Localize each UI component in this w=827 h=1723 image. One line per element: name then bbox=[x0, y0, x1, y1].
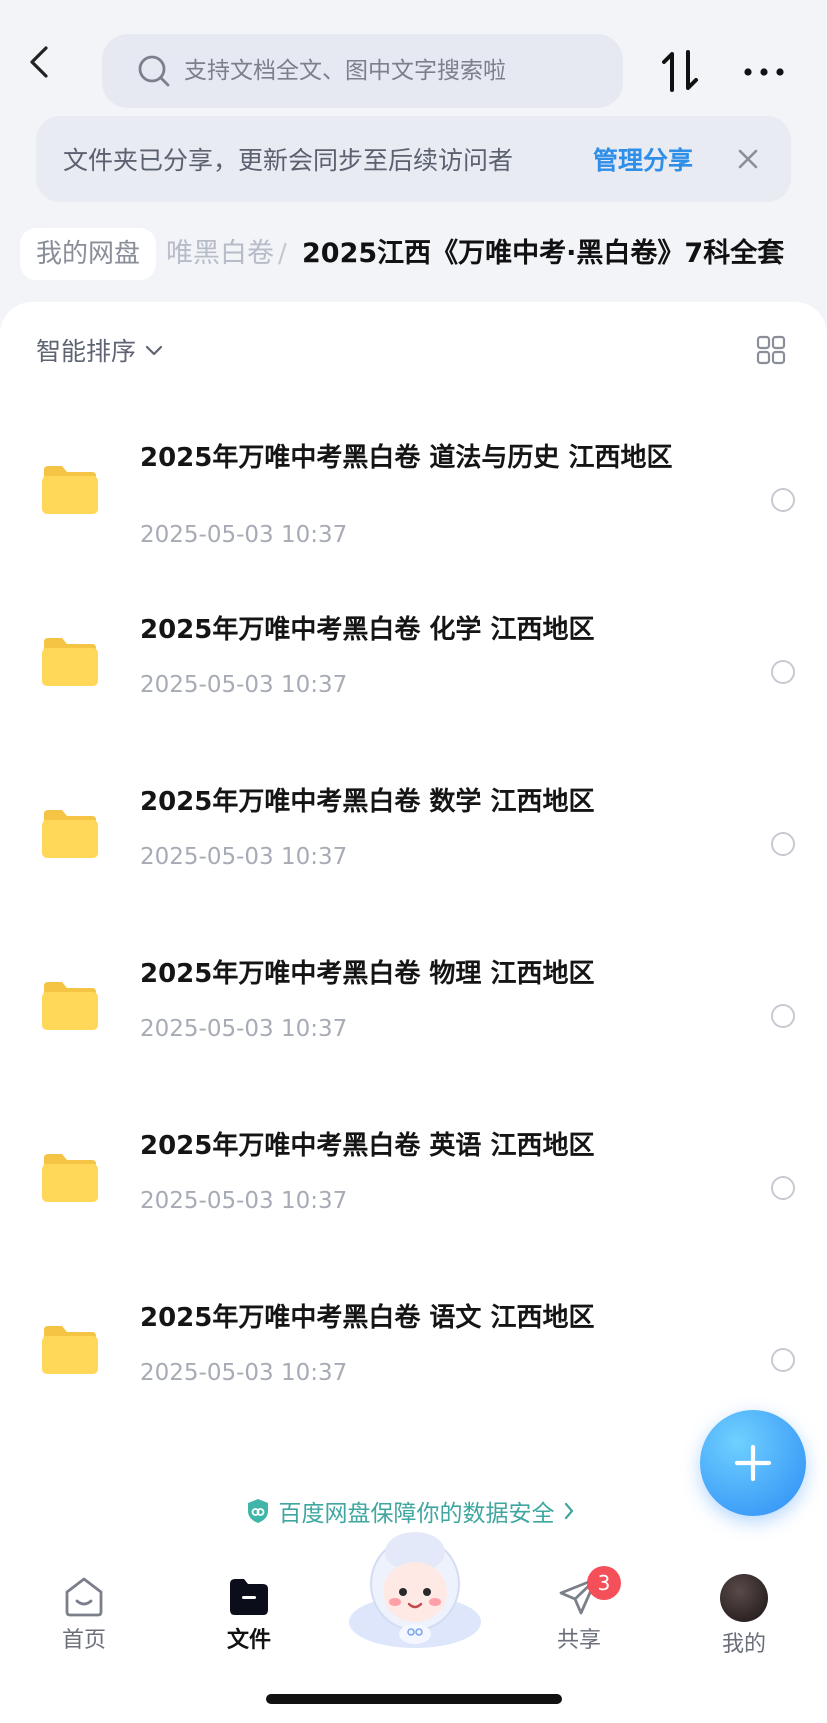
folder-icon bbox=[42, 638, 98, 686]
select-checkbox[interactable] bbox=[771, 1348, 795, 1372]
shield-icon bbox=[247, 1499, 268, 1523]
file-name: 2025年万唯中考黑白卷 化学 江西地区 bbox=[140, 615, 595, 645]
search-icon bbox=[138, 55, 170, 87]
file-date: 2025-05-03 10:37 bbox=[140, 1360, 348, 1386]
select-checkbox[interactable] bbox=[771, 832, 795, 856]
close-icon[interactable] bbox=[733, 144, 763, 174]
tab-label: 首页 bbox=[61, 1628, 106, 1653]
breadcrumb-root[interactable]: 我的网盘 bbox=[20, 228, 157, 280]
file-date: 2025-05-03 10:37 bbox=[140, 522, 348, 548]
select-checkbox[interactable] bbox=[771, 488, 795, 512]
file-date: 2025-05-03 10:37 bbox=[140, 672, 348, 698]
share-banner: 文件夹已分享，更新会同步至后续访问者 管理分享 bbox=[36, 116, 791, 202]
search-input[interactable] bbox=[184, 58, 584, 84]
home-icon bbox=[65, 1577, 103, 1617]
notification-badge: 3 bbox=[587, 1566, 621, 1600]
list-item[interactable]: 2025年万唯中考黑白卷 语文 江西地区 2025-05-03 10:37 bbox=[0, 1282, 827, 1454]
manage-share-link[interactable]: 管理分享 bbox=[593, 141, 693, 177]
file-name: 2025年万唯中考黑白卷 物理 江西地区 bbox=[140, 959, 595, 989]
breadcrumb-separator: / bbox=[278, 239, 287, 269]
breadcrumb-parent[interactable]: 唯黑白卷 bbox=[166, 228, 274, 280]
select-checkbox[interactable] bbox=[771, 1176, 795, 1200]
tab-label: 文件 bbox=[226, 1628, 271, 1653]
tab-home[interactable]: 首页 bbox=[34, 1574, 134, 1654]
file-date: 2025-05-03 10:37 bbox=[140, 1188, 348, 1214]
share-banner-text: 文件夹已分享，更新会同步至后续访问者 bbox=[63, 146, 514, 175]
folder-tab-icon bbox=[230, 1579, 268, 1615]
folder-icon bbox=[42, 1326, 98, 1374]
folder-icon bbox=[42, 982, 98, 1030]
list-item[interactable]: 2025年万唯中考黑白卷 英语 江西地区 2025-05-03 10:37 bbox=[0, 1110, 827, 1282]
select-checkbox[interactable] bbox=[771, 660, 795, 684]
tab-mine[interactable]: 我的 bbox=[694, 1574, 794, 1658]
folder-icon bbox=[42, 810, 98, 858]
search-bar[interactable] bbox=[102, 34, 623, 108]
sort-arrows-icon[interactable] bbox=[658, 46, 702, 96]
back-icon[interactable] bbox=[20, 42, 60, 82]
file-list: 2025年万唯中考黑白卷 道法与历史 江西地区 2025-05-03 10:37… bbox=[0, 422, 827, 1454]
chevron-right-icon bbox=[564, 1502, 573, 1520]
breadcrumb-current: 2025江西《万唯中考·黑白卷》7科全套 bbox=[302, 238, 785, 269]
file-name: 2025年万唯中考黑白卷 数学 江西地区 bbox=[140, 787, 595, 817]
select-checkbox[interactable] bbox=[771, 1004, 795, 1028]
tab-label: 我的 bbox=[721, 1632, 766, 1657]
tab-label: 共享 bbox=[556, 1628, 601, 1653]
breadcrumb: 唯黑白卷 / 2025江西《万唯中考·黑白卷》7科全套 我的网盘 bbox=[0, 226, 827, 282]
file-name: 2025年万唯中考黑白卷 道法与历史 江西地区 bbox=[140, 443, 673, 473]
folder-icon bbox=[42, 466, 98, 514]
tab-files[interactable]: 文件 bbox=[199, 1574, 299, 1654]
folder-icon bbox=[42, 1154, 98, 1202]
plus-icon bbox=[734, 1444, 772, 1482]
avatar bbox=[720, 1574, 768, 1622]
file-date: 2025-05-03 10:37 bbox=[140, 844, 348, 870]
list-item[interactable]: 2025年万唯中考黑白卷 化学 江西地区 2025-05-03 10:37 bbox=[0, 594, 827, 766]
tab-share[interactable]: 3 共享 bbox=[529, 1566, 629, 1654]
chevron-down-icon bbox=[145, 345, 163, 356]
grid-view-icon[interactable] bbox=[755, 334, 787, 366]
mascot-assistant-icon[interactable] bbox=[343, 1522, 487, 1652]
sort-label: 智能排序 bbox=[36, 337, 137, 366]
file-panel: 智能排序 2025年万唯中考黑白卷 道法与历史 江西地区 2025-05-03 … bbox=[0, 302, 827, 1562]
list-item[interactable]: 2025年万唯中考黑白卷 数学 江西地区 2025-05-03 10:37 bbox=[0, 766, 827, 938]
list-item[interactable]: 2025年万唯中考黑白卷 物理 江西地区 2025-05-03 10:37 bbox=[0, 938, 827, 1110]
home-indicator bbox=[266, 1694, 562, 1704]
more-icon[interactable] bbox=[740, 56, 788, 88]
sort-dropdown[interactable]: 智能排序 bbox=[36, 332, 164, 368]
file-date: 2025-05-03 10:37 bbox=[140, 1016, 348, 1042]
top-bar bbox=[0, 0, 827, 110]
list-item[interactable]: 2025年万唯中考黑白卷 道法与历史 江西地区 2025-05-03 10:37 bbox=[0, 422, 827, 594]
file-name: 2025年万唯中考黑白卷 英语 江西地区 bbox=[140, 1131, 595, 1161]
add-button[interactable] bbox=[700, 1410, 806, 1516]
file-name: 2025年万唯中考黑白卷 语文 江西地区 bbox=[140, 1303, 595, 1333]
